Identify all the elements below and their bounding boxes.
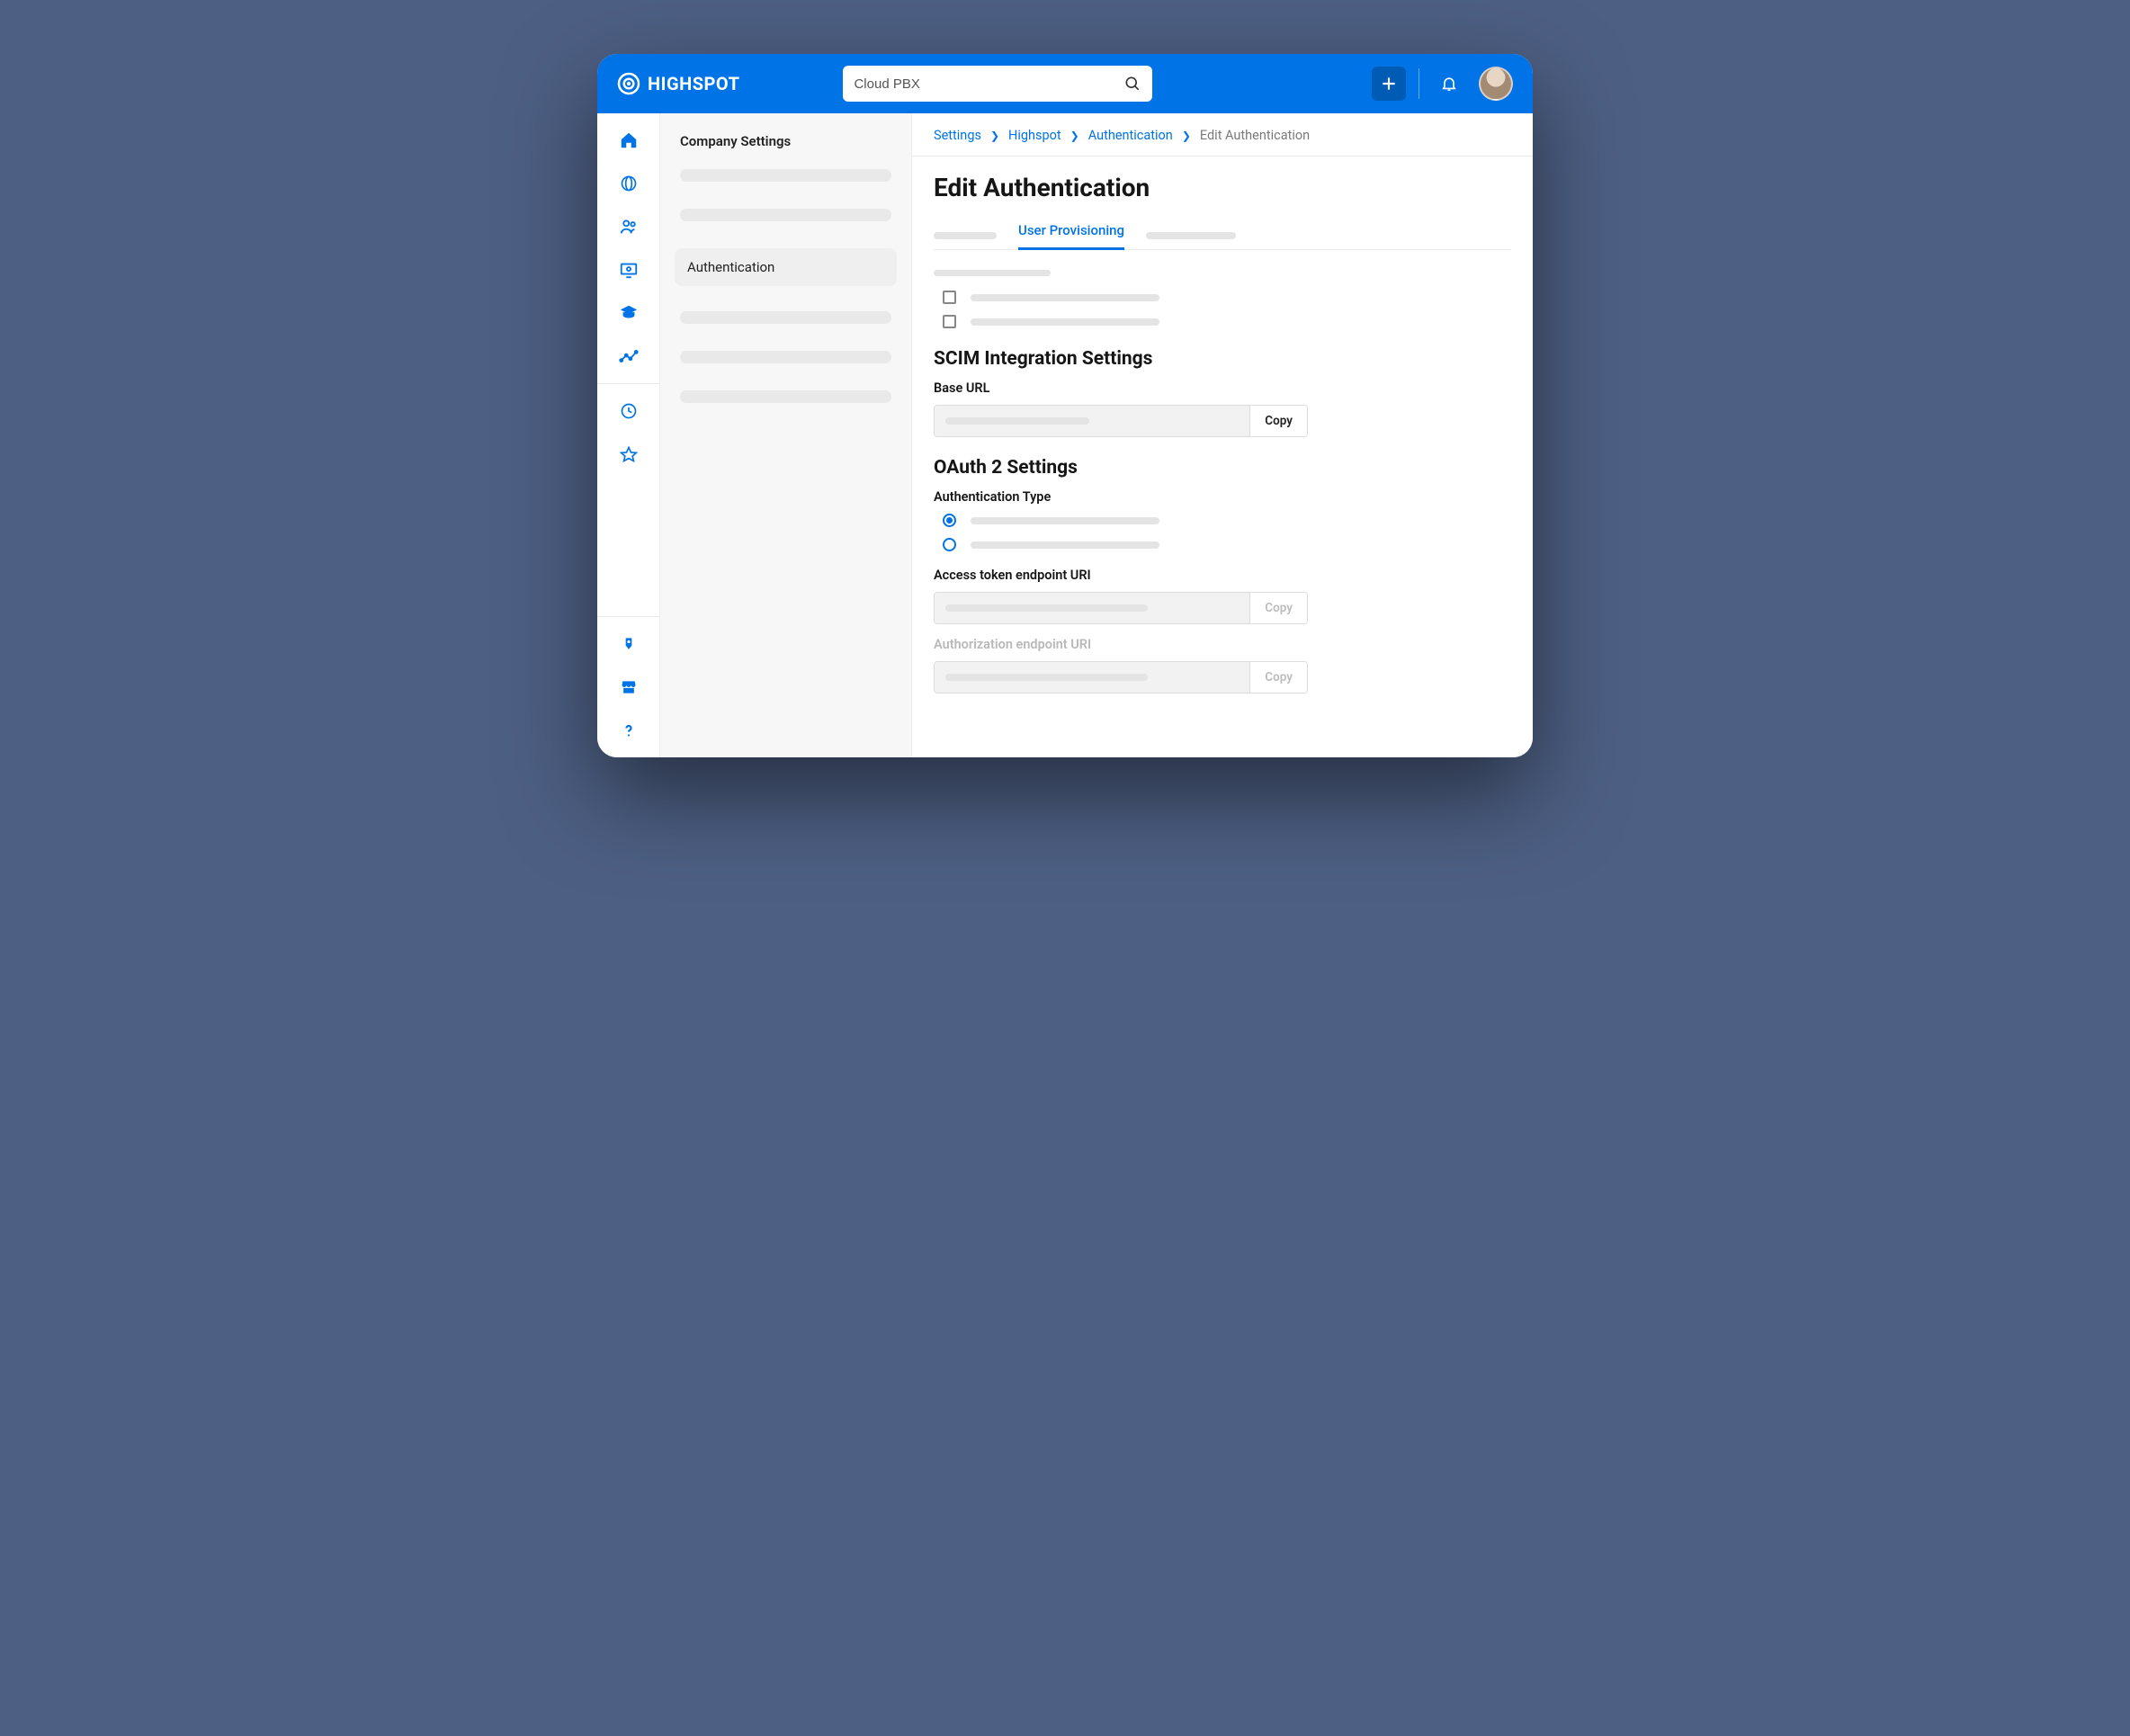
analytics-icon [619, 346, 639, 366]
brand-name: HIGHSPOT [648, 73, 739, 94]
subnav-item-placeholder[interactable] [680, 351, 891, 363]
presentation-icon [619, 260, 639, 280]
breadcrumb-link[interactable]: Authentication [1088, 128, 1173, 143]
chevron-right-icon: ❯ [1182, 130, 1191, 142]
nav-people[interactable] [618, 216, 640, 237]
checkbox-option[interactable] [943, 291, 1511, 304]
nav-home[interactable] [618, 130, 640, 151]
star-icon [620, 445, 638, 463]
section-oauth: OAuth 2 Settings [934, 457, 1511, 479]
graduation-cap-icon [619, 303, 639, 323]
globe-icon [620, 174, 638, 192]
body: Company Settings Authentication Settings… [597, 113, 1533, 757]
storefront-icon [620, 678, 638, 696]
chevron-right-icon: ❯ [990, 130, 999, 142]
subnav-item-authentication[interactable]: Authentication [675, 248, 897, 286]
token-uri-field: Copy [934, 592, 1308, 624]
people-icon [619, 217, 639, 237]
subnav-item-placeholder[interactable] [680, 169, 891, 182]
copy-button[interactable]: Copy [1249, 406, 1307, 436]
subnav-item-placeholder[interactable] [680, 311, 891, 324]
authz-uri-value[interactable] [935, 662, 1249, 693]
nav-presentation[interactable] [618, 259, 640, 281]
nav-recent[interactable] [618, 400, 640, 422]
add-button[interactable] [1372, 67, 1406, 101]
subnav-item-label: Authentication [687, 259, 774, 275]
breadcrumb-link[interactable]: Settings [934, 128, 981, 143]
radio-selected-icon [943, 514, 956, 527]
radio-option[interactable] [943, 538, 1511, 551]
breadcrumb: Settings ❯ Highspot ❯ Authentication ❯ E… [912, 113, 1533, 157]
option-label-placeholder [971, 517, 1159, 524]
tab-label: User Provisioning [1018, 222, 1124, 238]
pitch-icon [620, 635, 638, 653]
tab-user-provisioning[interactable]: User Provisioning [1018, 222, 1124, 250]
nav-training[interactable] [618, 302, 640, 324]
nav-analytics[interactable] [618, 345, 640, 367]
subnav-item-placeholder[interactable] [680, 390, 891, 403]
page-title: Edit Authentication [934, 173, 1511, 202]
home-icon [619, 130, 639, 150]
top-bar: HIGHSPOT [597, 54, 1533, 113]
user-avatar[interactable] [1479, 67, 1513, 101]
option-label-placeholder [971, 318, 1159, 326]
nav-globe[interactable] [618, 173, 640, 194]
breadcrumb-current: Edit Authentication [1200, 128, 1310, 143]
topbar-actions [1372, 67, 1513, 101]
radio-unselected-icon [943, 538, 956, 551]
copy-button[interactable]: Copy [1249, 593, 1307, 623]
tabs: User Provisioning [934, 222, 1511, 250]
option-label-placeholder [971, 294, 1159, 301]
checkbox-icon [943, 291, 956, 304]
settings-subnav: Company Settings Authentication [660, 113, 912, 757]
app-window: HIGHSPOT [597, 54, 1533, 757]
subnav-title: Company Settings [675, 133, 897, 149]
radio-option[interactable] [943, 514, 1511, 527]
section-scim: SCIM Integration Settings [934, 348, 1511, 370]
brand-logo: HIGHSPOT [617, 72, 739, 95]
icon-rail [597, 113, 660, 757]
label-token-uri: Access token endpoint URI [934, 568, 1511, 583]
search-box[interactable] [843, 66, 1152, 102]
nav-marketplace[interactable] [618, 676, 640, 698]
checkbox-option[interactable] [943, 315, 1511, 328]
plus-icon [1380, 75, 1398, 93]
label-auth-type: Authentication Type [934, 489, 1511, 505]
nav-favorites[interactable] [618, 443, 640, 465]
breadcrumb-link[interactable]: Highspot [1008, 128, 1061, 143]
copy-button: Copy [1249, 662, 1307, 693]
base-url-field: Copy [934, 405, 1308, 437]
field-label-placeholder [934, 270, 1051, 276]
bell-icon [1440, 75, 1458, 93]
base-url-value[interactable] [935, 406, 1249, 436]
option-label-placeholder [971, 541, 1159, 549]
main-content: Settings ❯ Highspot ❯ Authentication ❯ E… [912, 113, 1533, 757]
label-authz-uri: Authorization endpoint URI [934, 637, 1511, 652]
nav-help[interactable] [618, 720, 640, 741]
token-uri-value[interactable] [935, 593, 1249, 623]
clock-icon [620, 402, 638, 420]
tab-placeholder[interactable] [934, 232, 997, 239]
search-input[interactable] [854, 76, 1123, 92]
search-icon [1123, 75, 1141, 93]
checkbox-icon [943, 315, 956, 328]
notifications-button[interactable] [1432, 67, 1466, 101]
chevron-right-icon: ❯ [1070, 130, 1079, 142]
help-icon [620, 721, 638, 739]
tab-placeholder[interactable] [1146, 232, 1236, 239]
label-base-url: Base URL [934, 380, 1511, 396]
subnav-item-placeholder[interactable] [680, 209, 891, 221]
authz-uri-field: Copy [934, 661, 1308, 694]
highspot-mark-icon [617, 72, 640, 95]
nav-pitch[interactable] [618, 633, 640, 655]
